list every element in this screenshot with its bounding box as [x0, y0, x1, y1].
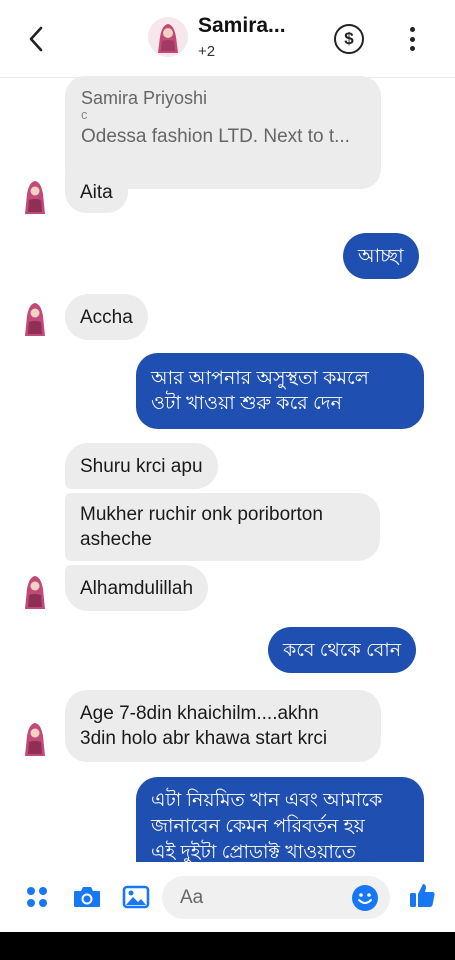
message-text: আচ্ছা	[358, 245, 404, 267]
message-bubble-incoming[interactable]: Accha	[65, 294, 148, 340]
message-line: asheche	[80, 529, 152, 550]
system-navigation-bar	[0, 932, 455, 960]
message-bubble-outgoing[interactable]: আচ্ছা	[343, 233, 419, 279]
message-line: Age 7-8din khaichilm....akhn	[80, 703, 319, 724]
back-arrow-icon[interactable]	[22, 22, 50, 56]
composer-bar: Aa	[0, 862, 455, 932]
chat-header: Samira... +2 $	[0, 0, 455, 78]
reply-marker: c	[81, 107, 88, 122]
message-bubble-incoming[interactable]: Mukher ruchir onk poriborton asheche	[65, 493, 380, 561]
message-text: Aita	[80, 181, 113, 203]
chat-title[interactable]: Samira...	[198, 14, 286, 38]
thumbs-up-icon[interactable]	[407, 882, 437, 908]
camera-icon[interactable]	[72, 884, 102, 910]
message-line: 3din holo abr khawa start krci	[80, 728, 328, 749]
message-bubble-outgoing[interactable]: কবে থেকে বোন	[268, 627, 417, 673]
dollar-icon[interactable]: $	[334, 24, 364, 54]
gallery-icon[interactable]	[121, 884, 151, 910]
message-bubble-incoming[interactable]: Age 7-8din khaichilm....akhn 3din holo a…	[65, 690, 381, 762]
emoji-icon[interactable]	[351, 884, 379, 912]
apps-grid-icon[interactable]	[22, 884, 52, 910]
message-bubble-outgoing[interactable]: আর আপনার অসুস্থতা কমলে ওটা খাওয়া শুরু ক…	[136, 353, 424, 429]
message-bubble-incoming[interactable]: Alhamdulillah	[65, 565, 209, 611]
message-line: Mukher ruchir onk poriborton	[80, 504, 323, 525]
contact-avatar-icon[interactable]	[18, 573, 52, 611]
message-line: ওটা খাওয়া শুরু করে দেন	[151, 393, 342, 414]
message-text: কবে থেকে বোন	[283, 639, 402, 661]
contact-avatar-icon[interactable]	[18, 300, 52, 338]
more-vertical-icon[interactable]	[404, 24, 420, 54]
message-text: Accha	[80, 306, 133, 328]
avatar[interactable]	[148, 17, 188, 57]
message-line: এটা নিয়মিত খান এবং আমাকে	[151, 790, 383, 811]
reply-text: Odessa fashion LTD. Next to t...	[81, 126, 350, 147]
message-bubble-incoming[interactable]: Shuru krci apu	[65, 443, 218, 489]
contact-avatar-icon[interactable]	[18, 720, 52, 758]
message-line: জানাবেন কেমন পরিবর্তন হয়	[151, 816, 365, 837]
message-line: আর আপনার অসুস্থতা কমলে	[151, 368, 369, 389]
reply-sender: Samira Priyoshi	[81, 88, 208, 108]
participants-count: +2	[198, 43, 216, 60]
message-text: Shuru krci apu	[80, 455, 203, 477]
contact-avatar-icon[interactable]	[18, 178, 52, 216]
message-bubble-incoming[interactable]: Aita	[65, 171, 128, 213]
message-text: Alhamdulillah	[80, 577, 194, 599]
